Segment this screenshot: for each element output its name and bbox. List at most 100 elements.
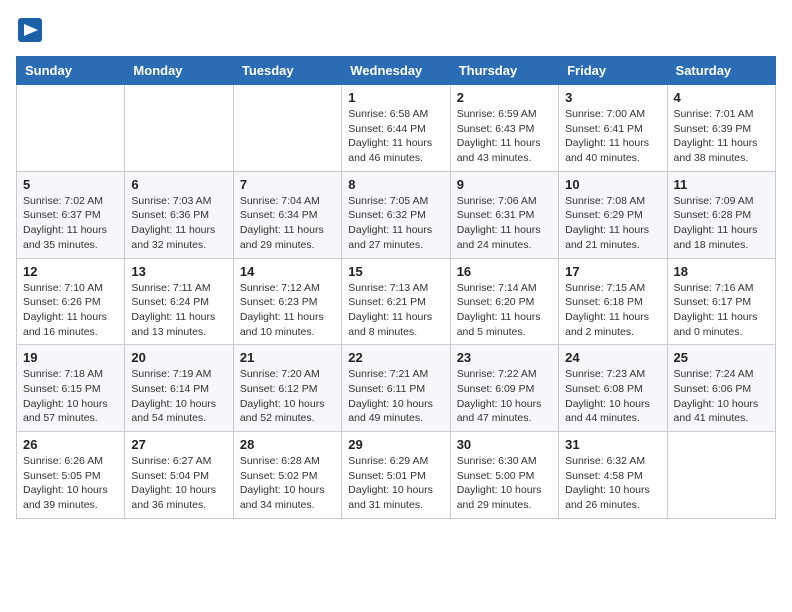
day-info: Sunrise: 7:01 AM Sunset: 6:39 PM Dayligh… [674, 107, 769, 166]
day-cell [17, 85, 125, 172]
weekday-header-saturday: Saturday [667, 57, 775, 85]
day-cell: 26 Sunrise: 6:26 AM Sunset: 5:05 PM Dayli… [17, 432, 125, 519]
day-info: Sunrise: 7:21 AM Sunset: 6:11 PM Dayligh… [348, 367, 443, 426]
day-info: Sunrise: 7:02 AM Sunset: 6:37 PM Dayligh… [23, 194, 118, 253]
weekday-header-monday: Monday [125, 57, 233, 85]
logo-icon [16, 16, 44, 44]
week-row-5: 26 Sunrise: 6:26 AM Sunset: 5:05 PM Dayli… [17, 432, 776, 519]
day-cell: 6 Sunrise: 7:03 AM Sunset: 6:36 PM Daylig… [125, 171, 233, 258]
day-cell: 5 Sunrise: 7:02 AM Sunset: 6:37 PM Daylig… [17, 171, 125, 258]
day-number: 20 [131, 350, 226, 365]
day-cell: 30 Sunrise: 6:30 AM Sunset: 5:00 PM Dayli… [450, 432, 558, 519]
day-info: Sunrise: 7:09 AM Sunset: 6:28 PM Dayligh… [674, 194, 769, 253]
day-cell: 27 Sunrise: 6:27 AM Sunset: 5:04 PM Dayli… [125, 432, 233, 519]
day-info: Sunrise: 7:08 AM Sunset: 6:29 PM Dayligh… [565, 194, 660, 253]
day-number: 30 [457, 437, 552, 452]
day-cell: 7 Sunrise: 7:04 AM Sunset: 6:34 PM Daylig… [233, 171, 341, 258]
week-row-2: 5 Sunrise: 7:02 AM Sunset: 6:37 PM Daylig… [17, 171, 776, 258]
day-info: Sunrise: 7:13 AM Sunset: 6:21 PM Dayligh… [348, 281, 443, 340]
weekday-header-sunday: Sunday [17, 57, 125, 85]
day-info: Sunrise: 6:28 AM Sunset: 5:02 PM Dayligh… [240, 454, 335, 513]
page-header [16, 16, 776, 44]
day-cell: 17 Sunrise: 7:15 AM Sunset: 6:18 PM Dayli… [559, 258, 667, 345]
day-number: 2 [457, 90, 552, 105]
day-number: 27 [131, 437, 226, 452]
day-number: 26 [23, 437, 118, 452]
day-info: Sunrise: 7:18 AM Sunset: 6:15 PM Dayligh… [23, 367, 118, 426]
day-cell: 25 Sunrise: 7:24 AM Sunset: 6:06 PM Dayli… [667, 345, 775, 432]
day-info: Sunrise: 7:04 AM Sunset: 6:34 PM Dayligh… [240, 194, 335, 253]
day-info: Sunrise: 6:26 AM Sunset: 5:05 PM Dayligh… [23, 454, 118, 513]
day-cell: 28 Sunrise: 6:28 AM Sunset: 5:02 PM Dayli… [233, 432, 341, 519]
day-cell: 4Sunrise: 7:01 AM Sunset: 6:39 PM Daylig… [667, 85, 775, 172]
day-cell: 20 Sunrise: 7:19 AM Sunset: 6:14 PM Dayli… [125, 345, 233, 432]
day-cell: 12 Sunrise: 7:10 AM Sunset: 6:26 PM Dayli… [17, 258, 125, 345]
day-info: Sunrise: 7:00 AM Sunset: 6:41 PM Dayligh… [565, 107, 660, 166]
logo [16, 16, 48, 44]
day-number: 17 [565, 264, 660, 279]
day-number: 19 [23, 350, 118, 365]
day-cell: 18Sunrise: 7:16 AM Sunset: 6:17 PM Dayli… [667, 258, 775, 345]
day-info: Sunrise: 6:32 AM Sunset: 4:58 PM Dayligh… [565, 454, 660, 513]
day-number: 8 [348, 177, 443, 192]
weekday-header-row: SundayMondayTuesdayWednesdayThursdayFrid… [17, 57, 776, 85]
day-number: 14 [240, 264, 335, 279]
day-cell: 23 Sunrise: 7:22 AM Sunset: 6:09 PM Dayli… [450, 345, 558, 432]
day-info: Sunrise: 6:27 AM Sunset: 5:04 PM Dayligh… [131, 454, 226, 513]
day-cell: 9 Sunrise: 7:06 AM Sunset: 6:31 PM Daylig… [450, 171, 558, 258]
day-cell: 31Sunrise: 6:32 AM Sunset: 4:58 PM Dayli… [559, 432, 667, 519]
week-row-1: 1Sunrise: 6:58 AM Sunset: 6:44 PM Daylig… [17, 85, 776, 172]
day-number: 12 [23, 264, 118, 279]
day-cell [233, 85, 341, 172]
day-info: Sunrise: 6:29 AM Sunset: 5:01 PM Dayligh… [348, 454, 443, 513]
day-cell: 1Sunrise: 6:58 AM Sunset: 6:44 PM Daylig… [342, 85, 450, 172]
day-info: Sunrise: 7:19 AM Sunset: 6:14 PM Dayligh… [131, 367, 226, 426]
weekday-header-wednesday: Wednesday [342, 57, 450, 85]
day-number: 10 [565, 177, 660, 192]
day-info: Sunrise: 7:14 AM Sunset: 6:20 PM Dayligh… [457, 281, 552, 340]
day-info: Sunrise: 7:05 AM Sunset: 6:32 PM Dayligh… [348, 194, 443, 253]
week-row-4: 19 Sunrise: 7:18 AM Sunset: 6:15 PM Dayli… [17, 345, 776, 432]
day-info: Sunrise: 7:22 AM Sunset: 6:09 PM Dayligh… [457, 367, 552, 426]
day-cell: 14 Sunrise: 7:12 AM Sunset: 6:23 PM Dayli… [233, 258, 341, 345]
day-number: 7 [240, 177, 335, 192]
day-cell: 15 Sunrise: 7:13 AM Sunset: 6:21 PM Dayli… [342, 258, 450, 345]
day-info: Sunrise: 6:30 AM Sunset: 5:00 PM Dayligh… [457, 454, 552, 513]
day-info: Sunrise: 7:06 AM Sunset: 6:31 PM Dayligh… [457, 194, 552, 253]
day-number: 13 [131, 264, 226, 279]
day-number: 23 [457, 350, 552, 365]
day-number: 9 [457, 177, 552, 192]
day-cell: 19 Sunrise: 7:18 AM Sunset: 6:15 PM Dayli… [17, 345, 125, 432]
day-info: Sunrise: 7:12 AM Sunset: 6:23 PM Dayligh… [240, 281, 335, 340]
day-number: 25 [674, 350, 769, 365]
day-number: 6 [131, 177, 226, 192]
day-info: Sunrise: 7:23 AM Sunset: 6:08 PM Dayligh… [565, 367, 660, 426]
day-cell [667, 432, 775, 519]
day-cell: 21Sunrise: 7:20 AM Sunset: 6:12 PM Dayli… [233, 345, 341, 432]
day-number: 22 [348, 350, 443, 365]
day-number: 11 [674, 177, 769, 192]
day-info: Sunrise: 7:11 AM Sunset: 6:24 PM Dayligh… [131, 281, 226, 340]
day-info: Sunrise: 7:10 AM Sunset: 6:26 PM Dayligh… [23, 281, 118, 340]
day-cell [125, 85, 233, 172]
day-cell: 29Sunrise: 6:29 AM Sunset: 5:01 PM Dayli… [342, 432, 450, 519]
day-number: 1 [348, 90, 443, 105]
day-info: Sunrise: 7:03 AM Sunset: 6:36 PM Dayligh… [131, 194, 226, 253]
day-info: Sunrise: 7:16 AM Sunset: 6:17 PM Dayligh… [674, 281, 769, 340]
day-number: 15 [348, 264, 443, 279]
weekday-header-tuesday: Tuesday [233, 57, 341, 85]
day-number: 3 [565, 90, 660, 105]
calendar-table: SundayMondayTuesdayWednesdayThursdayFrid… [16, 56, 776, 519]
weekday-header-thursday: Thursday [450, 57, 558, 85]
day-number: 16 [457, 264, 552, 279]
day-cell: 3 Sunrise: 7:00 AM Sunset: 6:41 PM Daylig… [559, 85, 667, 172]
week-row-3: 12 Sunrise: 7:10 AM Sunset: 6:26 PM Dayli… [17, 258, 776, 345]
day-number: 5 [23, 177, 118, 192]
day-cell: 13 Sunrise: 7:11 AM Sunset: 6:24 PM Dayli… [125, 258, 233, 345]
day-info: Sunrise: 7:15 AM Sunset: 6:18 PM Dayligh… [565, 281, 660, 340]
day-info: Sunrise: 7:24 AM Sunset: 6:06 PM Dayligh… [674, 367, 769, 426]
day-cell: 2Sunrise: 6:59 AM Sunset: 6:43 PM Daylig… [450, 85, 558, 172]
day-number: 28 [240, 437, 335, 452]
day-info: Sunrise: 7:20 AM Sunset: 6:12 PM Dayligh… [240, 367, 335, 426]
day-cell: 16 Sunrise: 7:14 AM Sunset: 6:20 PM Dayli… [450, 258, 558, 345]
